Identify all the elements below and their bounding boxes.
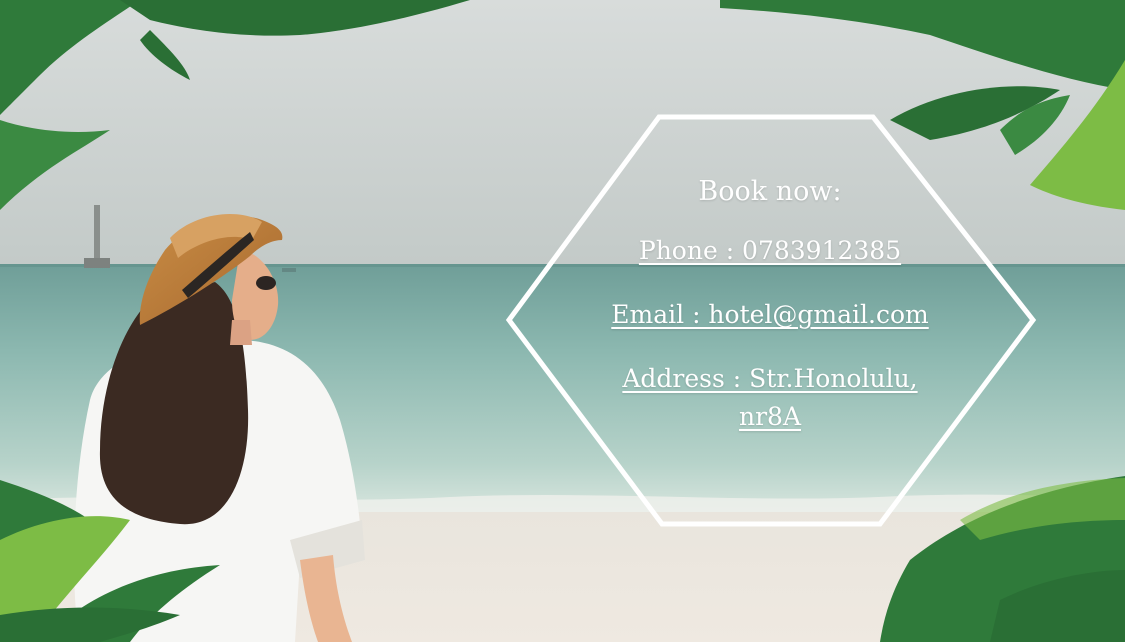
- hero-banner: Book now: Phone : 0783912385 Email : hot…: [0, 0, 1125, 642]
- address-link[interactable]: Address : Str.Honolulu, nr8A: [600, 360, 940, 436]
- booking-title: Book now:: [698, 176, 842, 207]
- email-link[interactable]: Email : hotel@gmail.com: [560, 296, 980, 334]
- booking-contact-block: Book now: Phone : 0783912385 Email : hot…: [560, 172, 980, 436]
- phone-link[interactable]: Phone : 0783912385: [560, 232, 980, 270]
